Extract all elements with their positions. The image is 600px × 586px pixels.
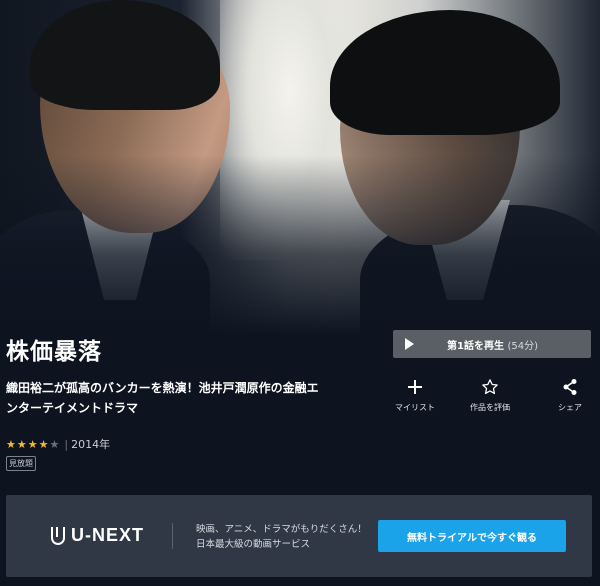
mylist-label: マイリスト xyxy=(395,403,435,412)
status-badge: 見放題 xyxy=(6,456,36,471)
unext-logo-text: U-NEXT xyxy=(71,525,144,545)
rate-button[interactable]: 作品を評価 xyxy=(455,378,525,413)
play-label-text: 第1話を再生 xyxy=(447,340,504,352)
star-icon: ★ xyxy=(38,437,49,451)
promo-text: 映画、アニメ、ドラマがもりだくさん！ 日本最大級の動画サービス xyxy=(196,522,367,552)
play-icon xyxy=(405,338,414,350)
mylist-button[interactable]: マイリスト xyxy=(380,378,450,413)
plus-icon xyxy=(380,378,450,400)
star-icon: ★ xyxy=(27,437,38,451)
right-actor-hair xyxy=(330,10,560,135)
promo-line-2: 日本最大級の動画サービス xyxy=(196,539,311,550)
star-icon: ★ xyxy=(16,437,27,451)
left-actor-hair xyxy=(30,0,220,110)
play-label: 第1話を再生 (54分) xyxy=(414,337,571,352)
share-button[interactable]: シェア xyxy=(535,378,600,413)
rating-row: ★ ★ ★ ★ ★ | 2014年 xyxy=(6,436,110,452)
hero-fade xyxy=(0,155,600,335)
promo-divider xyxy=(172,523,173,549)
action-bar: マイリスト 作品を評価 シェア xyxy=(380,378,595,418)
promo-banner: U-NEXT 映画、アニメ、ドラマがもりだくさん！ 日本最大級の動画サービス 無… xyxy=(6,495,592,577)
rate-label: 作品を評価 xyxy=(470,403,510,412)
rating-separator: | xyxy=(64,437,69,451)
page-title: 株価暴落 xyxy=(6,339,102,365)
star-outline-icon xyxy=(455,378,525,400)
unext-logo-icon xyxy=(51,526,65,545)
free-trial-button[interactable]: 無料トライアルで今すぐ観る xyxy=(378,520,566,552)
promo-line-1: 映画、アニメ、ドラマがもりだくさん！ xyxy=(196,524,367,535)
share-label: シェア xyxy=(558,403,582,412)
episode-duration: (54分) xyxy=(507,340,538,352)
play-episode-button[interactable]: 第1話を再生 (54分) xyxy=(393,330,591,358)
share-icon xyxy=(535,378,600,400)
star-icon: ★ xyxy=(6,437,16,451)
star-empty-icon: ★ xyxy=(49,437,60,451)
description: 織田裕二が孤高のバンカーを熱演！池井戸潤原作の金融エンターテイメントドラマ xyxy=(6,381,319,415)
hero-image xyxy=(0,0,600,335)
unext-logo: U-NEXT xyxy=(51,525,144,546)
release-year: 2014年 xyxy=(71,438,111,451)
